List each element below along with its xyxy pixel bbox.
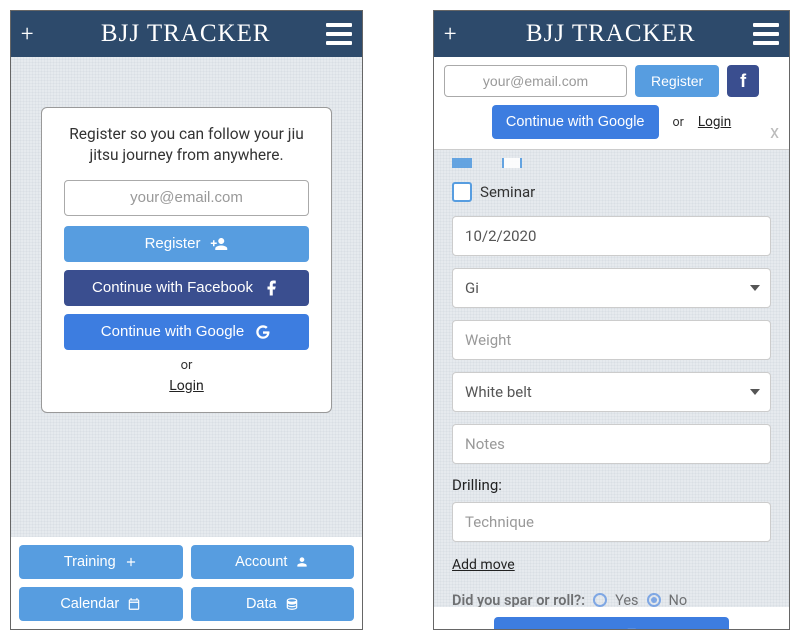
email-field[interactable] xyxy=(64,180,309,216)
spar-yes-radio[interactable] xyxy=(593,593,607,607)
calendar-icon xyxy=(127,597,141,611)
checkbox-icon[interactable] xyxy=(452,158,472,168)
brand-title: BJJ TRACKER xyxy=(45,20,326,48)
main-background: Register so you can follow your jiu jits… xyxy=(11,57,362,537)
technique-field[interactable]: Technique xyxy=(452,502,771,542)
facebook-button-label: Continue with Facebook xyxy=(92,279,253,296)
drilling-section-label: Drilling: xyxy=(452,476,771,494)
spar-question-row: Did you spar or roll?: Yes No xyxy=(452,593,771,607)
date-value: 10/2/2020 xyxy=(465,227,536,245)
facebook-icon xyxy=(263,279,281,297)
belt-select-value: White belt xyxy=(465,383,532,401)
google-button-label: Continue with Google xyxy=(101,323,244,340)
email-field[interactable] xyxy=(444,65,627,97)
nav-training-label: Training xyxy=(64,554,116,570)
hamburger-icon[interactable] xyxy=(326,23,352,45)
facebook-button[interactable]: f xyxy=(727,65,759,97)
or-text: or xyxy=(673,115,684,130)
spar-yes-label: Yes xyxy=(615,593,638,607)
database-icon xyxy=(285,597,299,611)
weight-placeholder: Weight xyxy=(465,331,511,349)
brand-title: BJJ TRACKER xyxy=(468,20,753,48)
save-button-label: Save xyxy=(583,626,617,631)
nav-data[interactable]: Data xyxy=(191,587,355,621)
header-bar: + BJJ TRACKER xyxy=(11,11,362,57)
nav-account[interactable]: Account xyxy=(191,545,355,579)
nav-account-label: Account xyxy=(235,554,287,570)
user-plus-icon xyxy=(210,235,228,253)
login-link[interactable]: Login xyxy=(698,114,731,130)
user-icon xyxy=(295,555,309,569)
seminar-label: Seminar xyxy=(480,183,535,201)
register-button[interactable]: Register xyxy=(64,226,309,262)
plus-icon xyxy=(124,555,138,569)
register-banner: Register f Continue with Google or Login… xyxy=(434,57,789,150)
google-button[interactable]: Continue with Google xyxy=(64,314,309,350)
left-phone: + BJJ TRACKER Register so you can follow… xyxy=(10,10,363,630)
save-button[interactable]: Save xyxy=(494,617,729,630)
spar-no-label: No xyxy=(669,593,688,607)
facebook-button[interactable]: Continue with Facebook xyxy=(64,270,309,306)
nav-calendar[interactable]: Calendar xyxy=(19,587,183,621)
bottom-nav: Training Account Calendar Data xyxy=(11,537,362,629)
register-prompt: Register so you can follow your jiu jits… xyxy=(64,124,309,166)
gi-select[interactable]: Gi xyxy=(452,268,771,308)
hamburger-icon[interactable] xyxy=(753,23,779,45)
save-icon xyxy=(625,627,640,631)
spar-question-label: Did you spar or roll?: xyxy=(452,593,585,607)
add-icon[interactable]: + xyxy=(444,22,456,47)
login-link[interactable]: Login xyxy=(169,378,204,394)
add-icon[interactable]: + xyxy=(21,22,33,47)
close-icon[interactable]: x xyxy=(770,122,779,143)
add-move-link[interactable]: Add move xyxy=(452,557,515,573)
partial-checkbox-row xyxy=(452,158,771,168)
google-button[interactable]: Continue with Google xyxy=(492,105,659,139)
spar-no-radio[interactable] xyxy=(647,593,661,607)
register-button-label: Register xyxy=(145,235,201,252)
date-field[interactable]: 10/2/2020 xyxy=(452,216,771,256)
checkbox-icon[interactable] xyxy=(502,158,522,168)
main-background: Seminar 10/2/2020 Gi Weight White belt N… xyxy=(434,150,789,630)
technique-placeholder: Technique xyxy=(465,513,534,531)
chevron-down-icon xyxy=(750,285,760,291)
training-form: Seminar 10/2/2020 Gi Weight White belt N… xyxy=(434,150,789,607)
or-text: or xyxy=(64,358,309,373)
seminar-checkbox[interactable] xyxy=(452,182,472,202)
register-button[interactable]: Register xyxy=(635,65,719,97)
header-bar: + BJJ TRACKER xyxy=(434,11,789,57)
right-phone: + BJJ TRACKER Register f Continue with G… xyxy=(433,10,790,630)
chevron-down-icon xyxy=(750,389,760,395)
save-bar: Save xyxy=(434,607,789,630)
notes-field[interactable]: Notes xyxy=(452,424,771,464)
belt-select[interactable]: White belt xyxy=(452,372,771,412)
google-icon xyxy=(254,323,272,341)
gi-select-value: Gi xyxy=(465,279,479,297)
nav-calendar-label: Calendar xyxy=(60,596,119,612)
notes-placeholder: Notes xyxy=(465,435,505,453)
nav-data-label: Data xyxy=(246,596,277,612)
weight-field[interactable]: Weight xyxy=(452,320,771,360)
register-card: Register so you can follow your jiu jits… xyxy=(41,107,332,413)
nav-training[interactable]: Training xyxy=(19,545,183,579)
